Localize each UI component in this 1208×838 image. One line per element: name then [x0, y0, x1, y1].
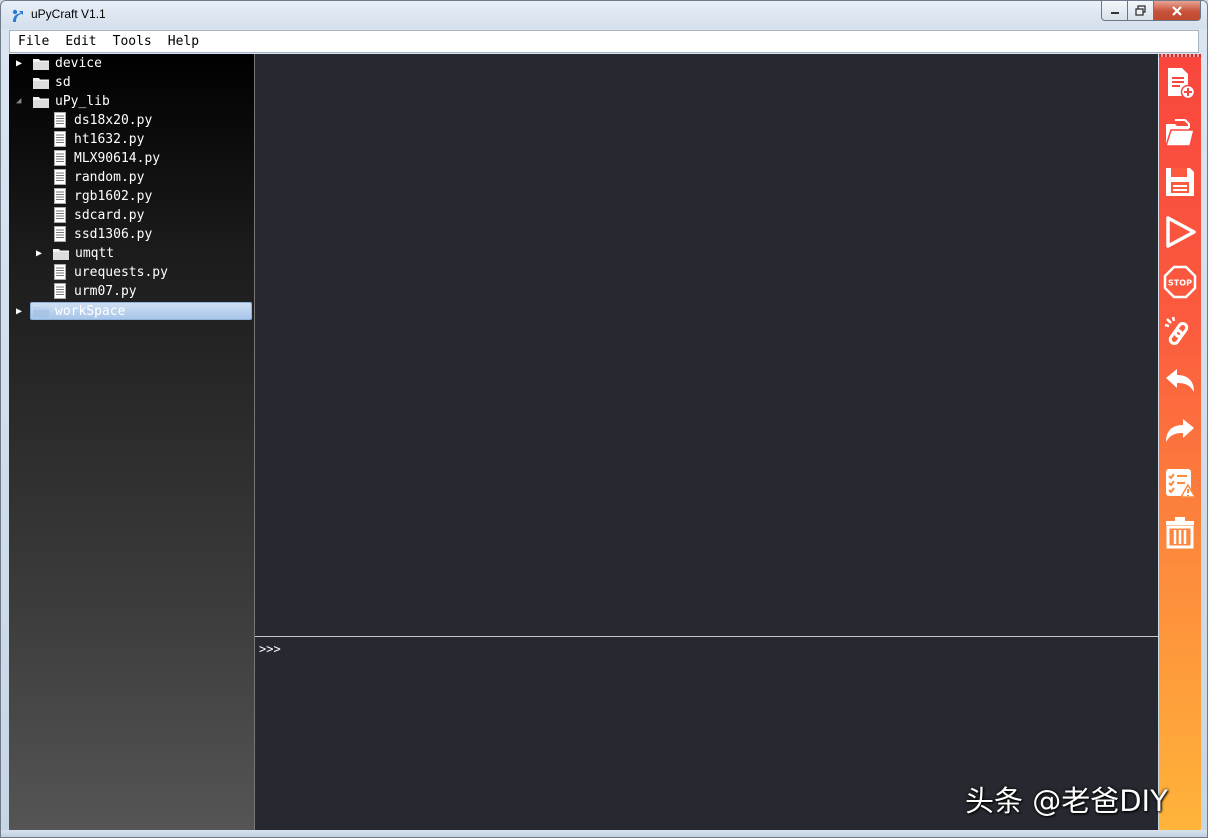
tree-file[interactable]: sdcard.py: [9, 206, 254, 225]
window-controls: [1101, 1, 1201, 21]
menu-edit[interactable]: Edit: [57, 34, 104, 49]
app-window: uPyCraft V1.1 File Edit Tools Help ▶ dev…: [0, 0, 1208, 838]
syntax-check-button[interactable]: [1162, 462, 1198, 502]
tree-label: device: [55, 56, 102, 71]
toolbar-edge: [1159, 54, 1201, 57]
tree-label: ht1632.py: [74, 132, 145, 147]
tree-file[interactable]: ssd1306.py: [9, 225, 254, 244]
run-icon: [1166, 216, 1196, 248]
new-file-button[interactable]: [1162, 63, 1198, 103]
file-icon: [54, 188, 66, 204]
minimize-icon: [1110, 11, 1119, 14]
open-folder-icon: [1164, 119, 1195, 147]
tree-file[interactable]: ds18x20.py: [9, 111, 254, 130]
new-file-icon: [1168, 68, 1196, 100]
window-title: uPyCraft V1.1: [31, 7, 106, 21]
tree-file[interactable]: ht1632.py: [9, 130, 254, 149]
folder-icon: [53, 249, 69, 260]
menu-bar: File Edit Tools Help: [9, 30, 1199, 53]
connect-icon: [1164, 316, 1189, 345]
undo-button[interactable]: [1162, 362, 1198, 402]
tree-label: urm07.py: [74, 284, 137, 299]
watermark: 头条 @老爸DIY: [965, 784, 1168, 818]
file-icon: [54, 226, 66, 242]
maximize-button[interactable]: [1128, 1, 1154, 21]
tree-label: sdcard.py: [74, 208, 145, 223]
tree-label: sd: [55, 75, 71, 90]
file-tree: ▶ device sd ◢ uPy_lib ds18x20.py ht1632.…: [9, 54, 255, 830]
undo-icon: [1166, 369, 1194, 392]
run-button[interactable]: [1162, 212, 1198, 252]
folder-open-icon: [33, 97, 49, 108]
tree-item-sd[interactable]: sd: [9, 73, 254, 92]
file-icon: [54, 169, 66, 185]
menu-file[interactable]: File: [10, 34, 57, 49]
tree-item-workspace[interactable]: ▶ workSpace: [9, 302, 254, 321]
right-toolbar: STOP: [1159, 54, 1201, 830]
tree-label: ds18x20.py: [74, 113, 153, 128]
window-bottom-border: [1, 830, 1207, 837]
syntax-check-icon: [1166, 469, 1197, 498]
tree-file[interactable]: MLX90614.py: [9, 149, 254, 168]
menu-help[interactable]: Help: [160, 34, 207, 49]
stop-text: STOP: [1168, 279, 1192, 288]
save-icon: [1166, 168, 1194, 196]
open-button[interactable]: [1162, 113, 1198, 153]
upycraft-logo-icon: [12, 9, 23, 22]
tree-label: workSpace: [55, 304, 126, 319]
file-icon: [54, 112, 66, 128]
stop-icon: STOP: [1163, 265, 1197, 299]
tree-item-device[interactable]: ▶ device: [9, 54, 254, 73]
menu-tools[interactable]: Tools: [105, 34, 160, 49]
tree-file[interactable]: urequests.py: [9, 263, 254, 282]
tree-label: urequests.py: [74, 265, 168, 280]
close-icon: [1172, 5, 1182, 16]
expand-arrow-icon[interactable]: ▶: [36, 244, 42, 263]
tree-file[interactable]: random.py: [9, 168, 254, 187]
tree-file[interactable]: rgb1602.py: [9, 187, 254, 206]
close-button[interactable]: [1154, 1, 1201, 21]
file-icon: [54, 131, 66, 147]
expand-arrow-icon[interactable]: ▶: [16, 302, 22, 321]
expand-arrow-icon[interactable]: ▶: [16, 54, 22, 73]
repl-prompt: >>>: [259, 642, 281, 656]
redo-icon: [1166, 419, 1194, 442]
tree-label: ssd1306.py: [74, 227, 153, 242]
tree-label: uPy_lib: [55, 94, 110, 109]
tree-label: umqtt: [75, 246, 115, 261]
code-editor[interactable]: [255, 54, 1158, 636]
tree-label: random.py: [74, 170, 145, 185]
file-icon: [54, 150, 66, 166]
clear-icon: [1166, 517, 1194, 549]
tree-file[interactable]: urm07.py: [9, 282, 254, 301]
restore-icon: [1135, 5, 1146, 16]
folder-icon: [33, 59, 49, 70]
stop-button[interactable]: STOP: [1162, 262, 1198, 302]
connect-button[interactable]: [1162, 312, 1198, 352]
file-icon: [54, 264, 66, 280]
tree-label: MLX90614.py: [74, 151, 161, 166]
redo-button[interactable]: [1162, 412, 1198, 452]
minimize-button[interactable]: [1101, 1, 1128, 21]
clear-button[interactable]: [1162, 512, 1198, 552]
tree-item-umqtt[interactable]: ▶ umqtt: [9, 244, 254, 263]
folder-icon: [33, 78, 49, 89]
file-icon: [54, 283, 66, 299]
tree-label: rgb1602.py: [74, 189, 153, 204]
title-bar: uPyCraft V1.1: [1, 1, 1207, 29]
tree-item-upy-lib[interactable]: ◢ uPy_lib: [9, 92, 254, 111]
collapse-arrow-icon[interactable]: ◢: [16, 92, 21, 111]
save-button[interactable]: [1162, 162, 1198, 202]
file-icon: [54, 207, 66, 223]
folder-icon: [33, 307, 49, 318]
